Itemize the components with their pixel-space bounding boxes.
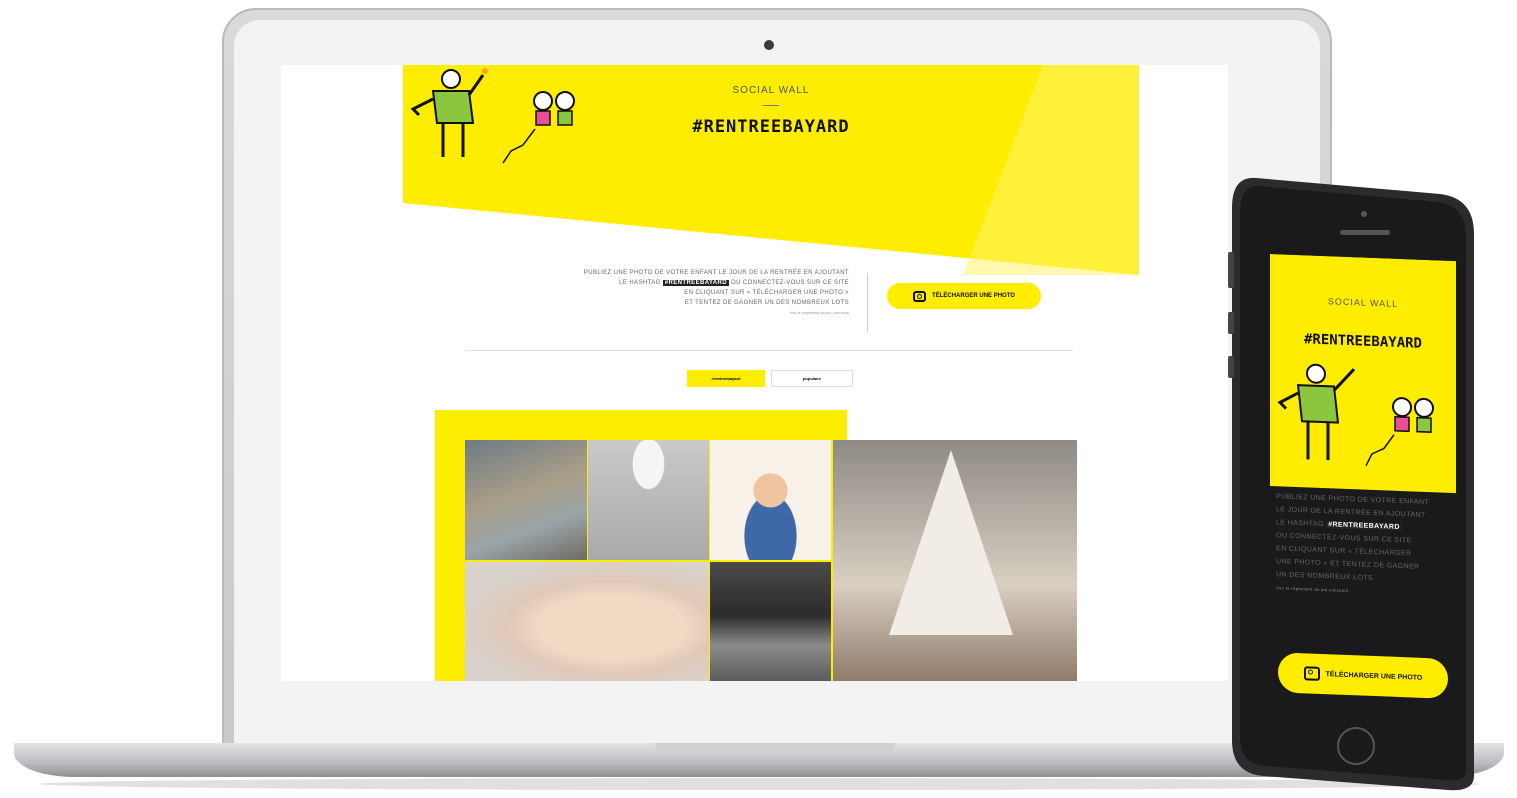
photo-tile[interactable] (833, 440, 1077, 681)
mobile-screen: SOCIAL WALL #RENTREEBAYARD PUBLIEZ UNE P… (1270, 254, 1456, 721)
photo-tile[interactable] (710, 440, 831, 560)
photo-grid (281, 65, 1228, 681)
webcam-icon (764, 40, 774, 50)
teepee-shape (889, 450, 1013, 635)
photo-tile[interactable] (465, 440, 587, 560)
mobile-upload-photo-label: TÉLÉCHARGER UNE PHOTO (1325, 670, 1423, 682)
mobile-intro-text: PUBLIEZ UNE PHOTO DE VOTRE ENFANT LE JOU… (1276, 490, 1450, 601)
photo-tile[interactable] (588, 440, 709, 560)
mobile-upload-photo-button[interactable]: TÉLÉCHARGER UNE PHOTO (1278, 652, 1448, 699)
laptop-notch (655, 743, 895, 755)
photo-tile[interactable] (710, 562, 831, 681)
mobile-illustration (1277, 363, 1434, 467)
hashtag-highlight: #RENTREEBAYARD (1326, 521, 1402, 532)
intro-text-pre: LE HASHTAG (1276, 519, 1324, 529)
photo-tile[interactable] (465, 562, 709, 681)
camera-icon (1303, 666, 1320, 681)
